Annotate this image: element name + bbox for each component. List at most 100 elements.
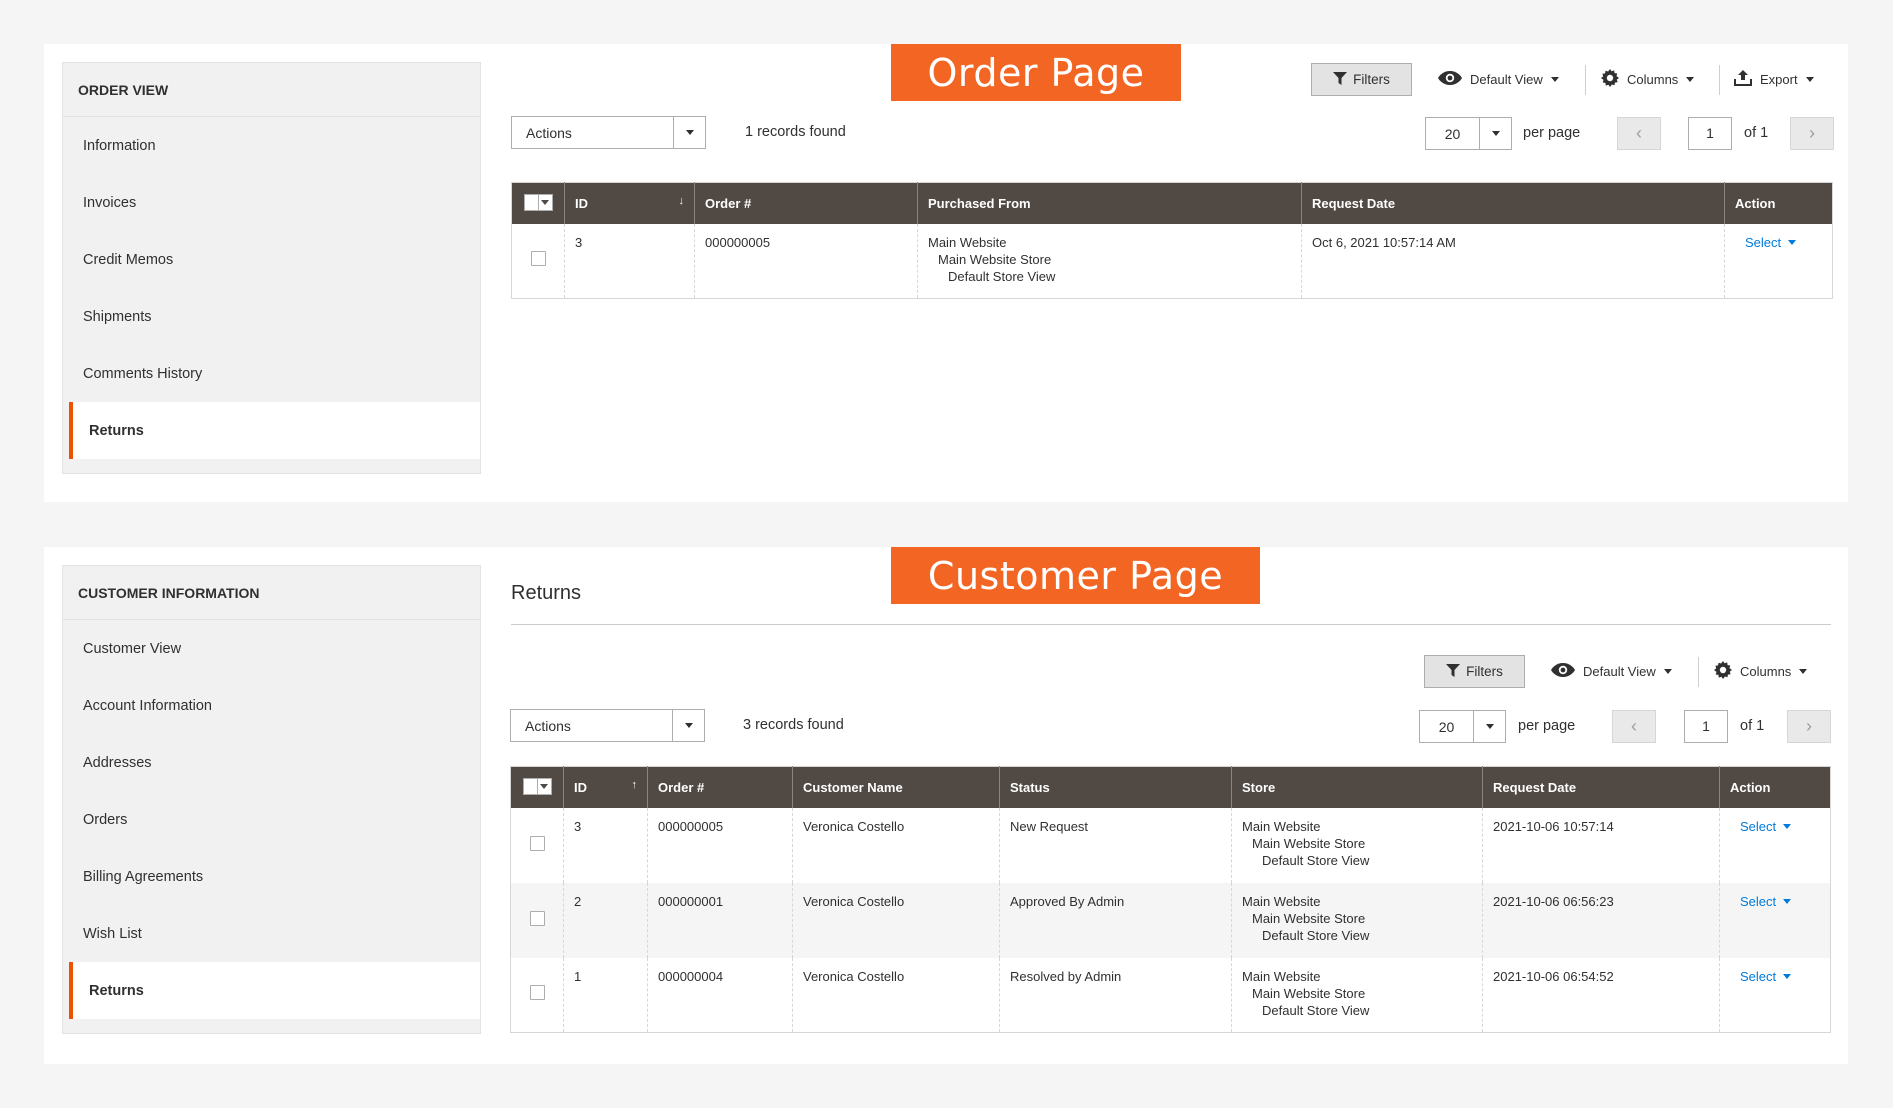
- sidebar-item-shipments[interactable]: Shipments: [63, 288, 480, 345]
- column-header-status[interactable]: Status: [999, 766, 1232, 808]
- column-header-customer-name[interactable]: Customer Name: [792, 766, 1000, 808]
- store-website: Main Website: [928, 234, 1007, 250]
- table-row: 3 000000005 Veronica Costello New Reques…: [511, 807, 1831, 883]
- sidebar-item-account-information[interactable]: Account Information: [63, 677, 480, 734]
- filters-button[interactable]: Filters: [1424, 655, 1525, 688]
- row-checkbox[interactable]: [529, 910, 545, 926]
- sidebar-item-returns[interactable]: Returns: [69, 402, 480, 459]
- cell-action: Select: [1719, 807, 1831, 883]
- default-view-dropdown[interactable]: Default View: [1438, 63, 1559, 96]
- default-view-dropdown[interactable]: Default View: [1551, 655, 1672, 688]
- page-number-input[interactable]: 1: [1684, 710, 1728, 743]
- mass-actions-dropdown[interactable]: Actions: [511, 116, 706, 149]
- cell-order: 000000005: [694, 223, 918, 299]
- cell-customer-name: Veronica Costello: [792, 882, 1000, 958]
- total-pages: of 1: [1744, 125, 1769, 141]
- sidebar-item-returns[interactable]: Returns: [69, 962, 480, 1019]
- cell-store: Main Website Main Website Store Default …: [1231, 807, 1483, 883]
- customer-information-sidebar: CUSTOMER INFORMATION Customer View Accou…: [62, 565, 481, 1034]
- sidebar-item-billing-agreements[interactable]: Billing Agreements: [63, 848, 480, 905]
- per-page-select[interactable]: 20: [1419, 710, 1506, 743]
- column-header-request-date[interactable]: Request Date: [1301, 182, 1725, 224]
- sidebar-title: CUSTOMER INFORMATION: [63, 566, 480, 620]
- per-page-label: per page: [1518, 718, 1576, 734]
- chevron-down-icon: [1788, 239, 1797, 245]
- per-page-label: per page: [1523, 125, 1581, 141]
- row-checkbox[interactable]: [530, 251, 546, 267]
- next-page-button[interactable]: ›: [1787, 710, 1831, 743]
- column-header-id[interactable]: ID ↓: [564, 182, 695, 224]
- select-action-link[interactable]: Select: [1730, 968, 1792, 985]
- heading-divider: [511, 624, 1831, 625]
- chevron-down-icon: [1473, 711, 1505, 742]
- columns-label: Columns: [1740, 664, 1792, 679]
- per-page-select[interactable]: 20: [1425, 117, 1512, 150]
- select-action-link[interactable]: Select: [1730, 893, 1792, 910]
- next-page-button[interactable]: ›: [1790, 117, 1834, 150]
- cell-status: Resolved by Admin: [999, 957, 1232, 1033]
- customer-page-panel: CUSTOMER INFORMATION Customer View Accou…: [44, 547, 1848, 1064]
- cell-order: 000000001: [647, 882, 793, 958]
- filters-button[interactable]: Filters: [1311, 63, 1412, 96]
- cell-id: 2: [563, 882, 648, 958]
- sidebar-item-customer-view[interactable]: Customer View: [63, 620, 480, 677]
- cell-action: Select: [1724, 223, 1833, 299]
- row-checkbox[interactable]: [529, 835, 545, 851]
- cell-order: 000000004: [647, 957, 793, 1033]
- page-number-input[interactable]: 1: [1688, 117, 1732, 150]
- column-header-order[interactable]: Order #: [647, 766, 793, 808]
- sidebar-item-orders[interactable]: Orders: [63, 791, 480, 848]
- mass-select-checkbox[interactable]: [523, 193, 553, 211]
- column-header-order[interactable]: Order #: [694, 182, 918, 224]
- cell-request-date: 2021-10-06 10:57:14: [1482, 807, 1720, 883]
- total-pages: of 1: [1740, 718, 1765, 734]
- store-website: Main Website: [1242, 968, 1321, 984]
- select-action-link[interactable]: Select: [1735, 234, 1797, 251]
- filters-label: Filters: [1353, 72, 1390, 87]
- cell-status: New Request: [999, 807, 1232, 883]
- chevron-down-icon: [1799, 669, 1808, 674]
- column-header-store[interactable]: Store: [1231, 766, 1483, 808]
- columns-dropdown[interactable]: Columns: [1714, 655, 1808, 688]
- column-header-purchased-from[interactable]: Purchased From: [917, 182, 1302, 224]
- cell-customer-name: Veronica Costello: [792, 957, 1000, 1033]
- sidebar-item-credit-memos[interactable]: Credit Memos: [63, 231, 480, 288]
- sidebar-item-wish-list[interactable]: Wish List: [63, 905, 480, 962]
- chevron-down-icon: [1550, 77, 1559, 82]
- store-view: Default Store View: [1262, 852, 1370, 868]
- mass-select-header[interactable]: [511, 182, 565, 224]
- chevron-down-icon: [1783, 898, 1792, 904]
- chevron-down-icon: [1479, 118, 1511, 149]
- sidebar-item-invoices[interactable]: Invoices: [63, 174, 480, 231]
- column-header-id[interactable]: ID ↑: [563, 766, 648, 808]
- sidebar-item-addresses[interactable]: Addresses: [63, 734, 480, 791]
- row-checkbox[interactable]: [529, 985, 545, 1001]
- export-icon: [1734, 70, 1752, 89]
- order-page-panel: ORDER VIEW Information Invoices Credit M…: [44, 44, 1848, 502]
- mass-select-checkbox[interactable]: [522, 777, 552, 795]
- cell-store: Main Website Main Website Store Default …: [1231, 957, 1483, 1033]
- page-title: Returns: [511, 582, 582, 604]
- order-view-sidebar: ORDER VIEW Information Invoices Credit M…: [62, 62, 481, 474]
- cell-request-date: 2021-10-06 06:54:52: [1482, 957, 1720, 1033]
- cell-request-date: Oct 6, 2021 10:57:14 AM: [1301, 223, 1725, 299]
- cell-id: 1: [563, 957, 648, 1033]
- previous-page-button[interactable]: ‹: [1612, 710, 1656, 743]
- columns-label: Columns: [1627, 72, 1679, 87]
- columns-dropdown[interactable]: Columns: [1601, 63, 1695, 96]
- cell-order: 000000005: [647, 807, 793, 883]
- per-page-value: 20: [1438, 718, 1455, 735]
- column-header-action: Action: [1724, 182, 1833, 224]
- cell-id: 3: [564, 223, 695, 299]
- returns-grid: ID ↓ Order # Purchased From Request Date …: [511, 182, 1833, 299]
- select-action-link[interactable]: Select: [1730, 818, 1792, 835]
- sidebar-item-information[interactable]: Information: [63, 117, 480, 174]
- column-header-request-date[interactable]: Request Date: [1482, 766, 1720, 808]
- previous-page-button[interactable]: ‹: [1617, 117, 1661, 150]
- mass-actions-dropdown[interactable]: Actions: [510, 709, 705, 742]
- store-website: Main Website: [1242, 818, 1321, 834]
- per-page-value: 20: [1444, 125, 1461, 142]
- sidebar-item-comments-history[interactable]: Comments History: [63, 345, 480, 402]
- export-dropdown[interactable]: Export: [1734, 63, 1814, 96]
- mass-select-header[interactable]: [510, 766, 564, 808]
